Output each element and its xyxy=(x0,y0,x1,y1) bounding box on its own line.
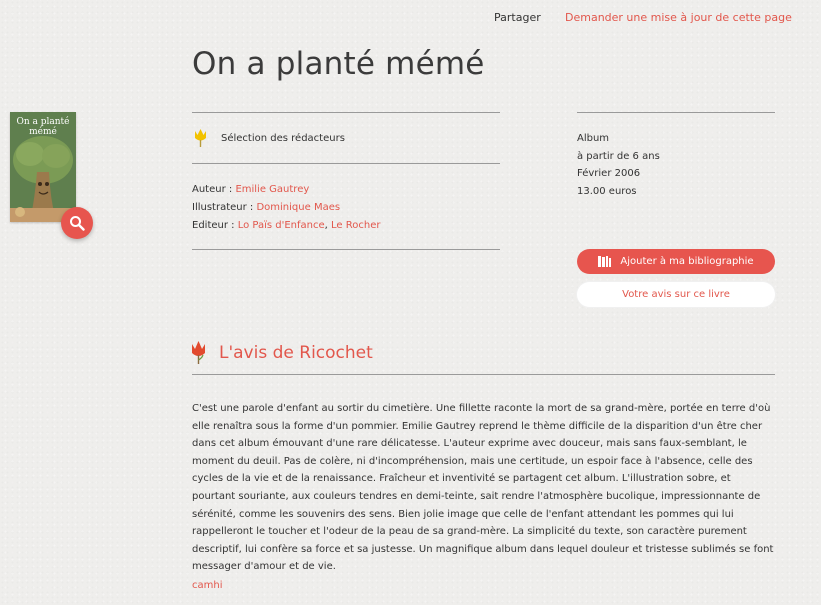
editor-row: Editeur : Lo Païs d'Enfance, Le Rocher xyxy=(192,217,380,235)
review-heading: L'avis de Ricochet xyxy=(219,342,373,363)
book-date: Février 2006 xyxy=(577,168,641,180)
request-update-link[interactable]: Demander une mise à jour de cette page xyxy=(565,11,792,24)
book-age: à partir de 6 ans xyxy=(577,150,660,162)
author-label: Auteur : xyxy=(192,184,236,195)
divider xyxy=(192,374,775,375)
review-book-label: Votre avis sur ce livre xyxy=(622,289,730,300)
red-tulip-icon xyxy=(192,341,205,364)
divider xyxy=(192,249,500,250)
author-link[interactable]: Emilie Gautrey xyxy=(235,184,309,195)
illustrator-label: Illustrateur : xyxy=(192,202,257,213)
review-book-button[interactable]: Votre avis sur ce livre xyxy=(577,282,775,307)
divider xyxy=(577,112,775,113)
editors-selection-badge: Sélection des rédacteurs xyxy=(192,128,345,148)
divider xyxy=(192,163,500,164)
review-author-link[interactable]: camhi xyxy=(192,580,222,591)
book-cover[interactable]: On a planté mémé xyxy=(10,112,76,222)
illustrator-row: Illustrateur : Dominique Maes xyxy=(192,199,380,217)
author-row: Auteur : Emilie Gautrey xyxy=(192,181,380,199)
review-header: L'avis de Ricochet xyxy=(190,340,373,365)
book-price: 13.00 euros xyxy=(577,185,637,197)
book-type: Album xyxy=(577,133,610,144)
divider xyxy=(192,112,500,113)
book-credits: Auteur : Emilie Gautrey Illustrateur : D… xyxy=(192,181,380,235)
zoom-cover-button[interactable] xyxy=(61,207,93,239)
editor-link-1[interactable]: Lo Païs d'Enfance xyxy=(238,220,325,231)
editor-label: Editeur : xyxy=(192,220,238,231)
page-title: On a planté mémé xyxy=(192,46,485,82)
magnifier-icon xyxy=(70,216,85,231)
review-text: C'est une parole d'enfant au sortir du c… xyxy=(192,403,774,573)
editor-link-2[interactable]: Le Rocher xyxy=(331,220,380,231)
editors-selection-label: Sélection des rédacteurs xyxy=(221,132,345,144)
illustrator-link[interactable]: Dominique Maes xyxy=(256,202,340,213)
books-icon xyxy=(598,256,612,267)
cover-title: On a planté mémé xyxy=(16,117,70,137)
add-to-bibliography-label: Ajouter à ma bibliographie xyxy=(620,256,754,267)
add-to-bibliography-button[interactable]: Ajouter à ma bibliographie xyxy=(577,249,775,274)
book-meta: Album à partir de 6 ans Février 2006 13.… xyxy=(577,130,660,200)
share-link[interactable]: Partager xyxy=(494,11,541,24)
yellow-tulip-icon xyxy=(195,129,206,147)
